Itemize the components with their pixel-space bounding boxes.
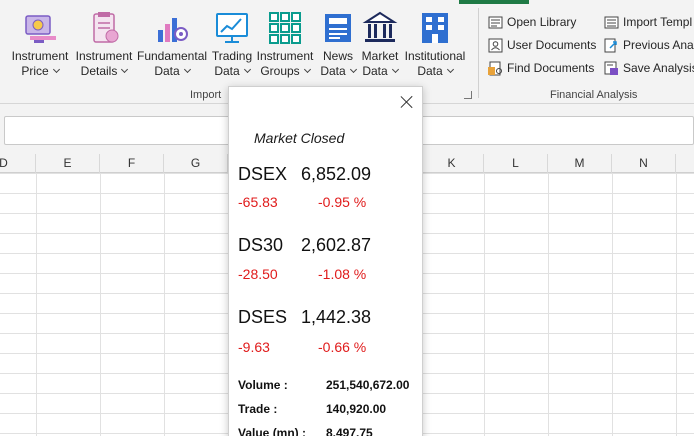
column-header-k[interactable]: K: [420, 154, 484, 173]
fundamental-data-icon: [158, 18, 188, 42]
find-documents-button[interactable]: Find Documents: [488, 58, 594, 78]
close-icon[interactable]: [400, 95, 414, 109]
index-change-pct: -0.66 %: [318, 339, 367, 355]
index-change: -65.83: [238, 194, 278, 210]
market-data-button[interactable]: Market Data: [359, 10, 401, 86]
newspaper-icon: [325, 14, 351, 42]
instrument-details-icon: [93, 12, 119, 43]
column-header-e[interactable]: E: [36, 154, 100, 173]
index-name: DSEX: [238, 164, 288, 184]
news-data-button[interactable]: News Data: [318, 10, 358, 86]
previous-analysis-icon: [604, 38, 617, 52]
chevron-down-icon: [52, 65, 60, 74]
column-header-n[interactable]: N: [612, 154, 676, 173]
index-value: 1,442.38: [301, 307, 372, 327]
instrument-details-button[interactable]: Instrument Details: [72, 10, 136, 86]
index-name: DS30: [238, 235, 284, 255]
trading-data-icon: [216, 13, 248, 43]
trading-data-label-2: Data: [214, 64, 251, 79]
institutional-data-label-2: Data: [417, 64, 454, 79]
import-template-button[interactable]: Import Templ: [604, 12, 692, 32]
user-documents-label: User Documents: [507, 38, 597, 52]
dialog-launcher-icon[interactable]: [464, 91, 472, 99]
market-data-label-2: Data: [362, 64, 399, 79]
column-header-f[interactable]: F: [100, 154, 164, 173]
fundamental-data-label-2: Data: [154, 64, 191, 79]
previous-analysis-label: Previous Anal: [623, 38, 694, 52]
fundamental-data-label-1: Fundamental: [136, 49, 208, 63]
index-name: DSES: [238, 307, 288, 327]
instrument-details-label-1: Instrument: [75, 49, 133, 63]
institutional-data-button[interactable]: Institutional Data: [402, 10, 468, 86]
stat-value: 251,540,672.00: [326, 378, 410, 392]
user-documents-icon: [488, 38, 503, 52]
previous-analysis-button[interactable]: Previous Anal: [604, 35, 694, 55]
chevron-down-icon: [303, 65, 311, 74]
stat-label: Trade :: [238, 402, 278, 416]
column-header-l[interactable]: L: [484, 154, 548, 173]
import-template-label: Import Templ: [623, 15, 693, 29]
financial-analysis-group-label: Financial Analysis: [550, 89, 638, 101]
chevron-down-icon: [243, 65, 251, 74]
stat-label: Value (mn) :: [238, 426, 307, 436]
active-tab-indicator: [459, 0, 529, 4]
find-documents-label: Find Documents: [507, 61, 595, 75]
institutional-data-label-1: Institutional: [404, 49, 466, 63]
market-building-icon: [362, 11, 398, 42]
news-data-label-1: News: [322, 49, 353, 63]
grid-icon: [269, 12, 301, 44]
chevron-down-icon: [121, 65, 129, 74]
instrument-price-label-1: Instrument: [11, 49, 69, 63]
chevron-down-icon: [183, 65, 191, 74]
trading-data-button[interactable]: Trading Data: [208, 10, 256, 86]
index-change-pct: -0.95 %: [318, 194, 367, 210]
chevron-down-icon: [391, 65, 399, 74]
chevron-down-icon: [349, 65, 357, 74]
instrument-price-label-2: Price: [21, 64, 60, 79]
trading-data-label-1: Trading: [211, 49, 253, 63]
stat-value: 8,497.75: [326, 426, 373, 436]
instrument-groups-button[interactable]: Instrument Groups: [253, 10, 317, 86]
instrument-groups-label-2: Groups: [260, 64, 311, 79]
group-separator: [478, 8, 479, 98]
user-documents-button[interactable]: User Documents: [488, 35, 596, 55]
stat-value: 140,920.00: [326, 402, 387, 416]
stat-label: Volume :: [238, 378, 288, 392]
market-summary-popup: Market Closed DSEX 6,852.09 -65.83 -0.95…: [228, 86, 423, 436]
index-value: 2,602.87: [301, 235, 372, 255]
market-data-label-1: Market: [361, 49, 399, 63]
library-icon: [488, 16, 503, 28]
import-template-icon: [604, 16, 619, 28]
save-analysis-label: Save Analysis: [623, 61, 694, 75]
news-data-label-2: Data: [320, 64, 357, 79]
fundamental-data-button[interactable]: Fundamental Data: [137, 10, 207, 86]
index-value: 6,852.09: [301, 164, 372, 184]
save-analysis-icon: [604, 61, 618, 75]
instrument-price-icon: [25, 15, 56, 43]
find-documents-icon: [488, 61, 502, 75]
index-change: -28.50: [238, 266, 278, 282]
open-library-label: Open Library: [507, 15, 577, 29]
market-status: Market Closed: [254, 130, 345, 146]
institutional-data-icon: [422, 13, 448, 43]
save-analysis-button[interactable]: Save Analysis: [604, 58, 694, 78]
import-group-label: Import: [190, 89, 222, 101]
column-header-g[interactable]: G: [164, 154, 228, 173]
index-change-pct: -1.08 %: [318, 266, 367, 282]
open-library-button[interactable]: Open Library: [488, 12, 576, 32]
index-change: -9.63: [238, 339, 270, 355]
instrument-price-button[interactable]: Instrument Price: [8, 10, 72, 86]
instrument-details-label-2: Details: [81, 64, 129, 79]
instrument-groups-label-1: Instrument: [256, 49, 314, 63]
chevron-down-icon: [446, 65, 454, 74]
column-header-m[interactable]: M: [548, 154, 612, 173]
column-header-d[interactable]: D: [0, 154, 36, 173]
